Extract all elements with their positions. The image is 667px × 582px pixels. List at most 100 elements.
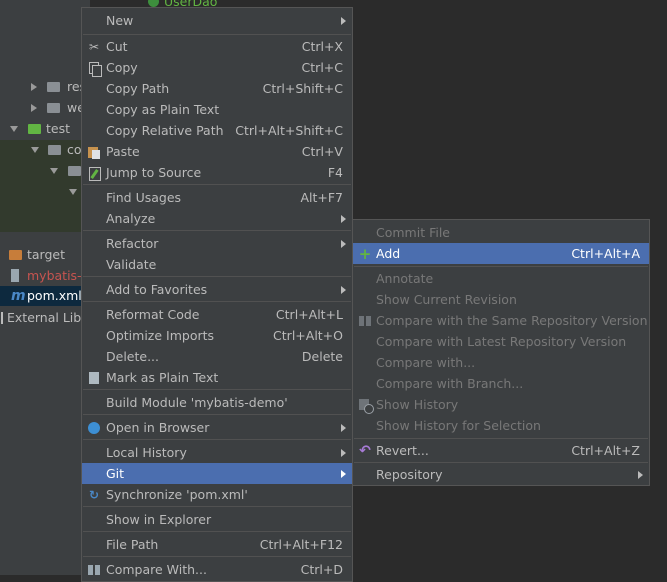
package-folder-icon <box>48 145 61 155</box>
menu-item-label: Git <box>106 466 125 481</box>
iml-file-icon <box>11 269 19 282</box>
menu-item-copy-relative-path[interactable]: Copy Relative Path Ctrl+Alt+Shift+C <box>82 120 352 141</box>
git-item-compare-same-repo[interactable]: Compare with the Same Repository Version <box>353 310 649 331</box>
submenu-arrow-icon <box>341 470 346 478</box>
menu-item-reformat-code[interactable]: Reformat Code Ctrl+Alt+L <box>82 304 352 325</box>
package-folder-icon <box>68 166 81 176</box>
menu-item-shortcut: Ctrl+Alt+Shift+C <box>235 123 343 138</box>
menu-item-label: Compare With... <box>106 562 207 577</box>
project-tree: res we test co target mybatis-d m pom.xm… <box>0 0 94 575</box>
history-icon <box>358 398 374 414</box>
menu-item-label: Add <box>376 246 401 261</box>
submenu-arrow-icon <box>341 424 346 432</box>
menu-item-label: Local History <box>106 445 187 460</box>
menu-item-jump-to-source[interactable]: Jump to Source F4 <box>82 162 352 183</box>
globe-icon <box>87 421 101 435</box>
menu-item-label: Find Usages <box>106 190 182 205</box>
git-item-show-history-selection[interactable]: Show History for Selection <box>353 415 649 436</box>
menu-item-new[interactable]: New <box>82 10 352 31</box>
menu-item-compare-with[interactable]: Compare With... Ctrl+D <box>82 559 352 580</box>
menu-item-find-usages[interactable]: Find Usages Alt+F7 <box>82 187 352 208</box>
menu-item-shortcut: Ctrl+Alt+Z <box>571 443 640 458</box>
menu-item-copy-as-plain-text[interactable]: Copy as Plain Text <box>82 99 352 120</box>
git-item-repository[interactable]: Repository <box>353 464 649 485</box>
menu-item-label: Copy Relative Path <box>106 123 224 138</box>
menu-item-shortcut: Ctrl+D <box>300 562 343 577</box>
menu-item-label: Validate <box>106 257 157 272</box>
menu-item-label: Jump to Source <box>106 165 202 180</box>
git-item-compare-branch[interactable]: Compare with Branch... <box>353 373 649 394</box>
menu-item-label: Commit File <box>376 225 450 240</box>
menu-item-label: Copy Path <box>106 81 170 96</box>
menu-item-validate[interactable]: Validate <box>82 254 352 275</box>
menu-item-shortcut: Alt+F7 <box>300 190 343 205</box>
menu-item-mark-as-plain-text[interactable]: Mark as Plain Text <box>82 367 352 388</box>
submenu-arrow-icon <box>341 17 346 25</box>
menu-item-cut[interactable]: ✂ Cut Ctrl+X <box>82 36 352 57</box>
git-item-compare-latest-repo[interactable]: Compare with Latest Repository Version <box>353 331 649 352</box>
submenu-arrow-icon <box>341 215 346 223</box>
menu-item-copy[interactable]: Copy Ctrl+C <box>82 57 352 78</box>
folder-icon <box>9 250 22 260</box>
menu-item-label: Compare with Branch... <box>376 376 524 391</box>
expand-arrow-icon[interactable] <box>31 104 37 112</box>
menu-item-label: Compare with Latest Repository Version <box>376 334 627 349</box>
menu-item-label: Open in Browser <box>106 420 210 435</box>
menu-item-shortcut: Ctrl+V <box>301 144 343 159</box>
menu-item-synchronize[interactable]: ↻ Synchronize 'pom.xml' <box>82 484 352 505</box>
menu-item-shortcut: Ctrl+Alt+A <box>571 246 640 261</box>
tree-item-label: target <box>27 247 66 262</box>
maven-icon: m <box>11 288 26 304</box>
menu-item-label: Reformat Code <box>106 307 200 322</box>
git-item-show-history[interactable]: Show History <box>353 394 649 415</box>
submenu-arrow-icon <box>341 240 346 248</box>
menu-item-label: Delete... <box>106 349 159 364</box>
menu-item-label: File Path <box>106 537 159 552</box>
tree-item-pom[interactable]: m pom.xml <box>0 286 82 306</box>
menu-separator <box>83 389 351 390</box>
library-icon <box>1 312 3 324</box>
git-item-add[interactable]: + Add Ctrl+Alt+A <box>353 243 649 264</box>
expand-arrow-icon[interactable] <box>31 83 37 91</box>
git-item-compare-with[interactable]: Compare with... <box>353 352 649 373</box>
collapse-arrow-icon[interactable] <box>69 189 77 195</box>
menu-item-label: Compare with... <box>376 355 476 370</box>
menu-item-git[interactable]: Git <box>82 463 352 484</box>
menu-item-refactor[interactable]: Refactor <box>82 233 352 254</box>
menu-item-optimize-imports[interactable]: Optimize Imports Ctrl+Alt+O <box>82 325 352 346</box>
menu-item-copy-path[interactable]: Copy Path Ctrl+Shift+C <box>82 78 352 99</box>
menu-item-delete[interactable]: Delete... Delete <box>82 346 352 367</box>
menu-item-file-path[interactable]: File Path Ctrl+Alt+F12 <box>82 534 352 555</box>
menu-item-label: Add to Favorites <box>106 282 208 297</box>
menu-item-label: Repository <box>376 467 443 482</box>
menu-item-label: Annotate <box>376 271 434 286</box>
menu-item-show-in-explorer[interactable]: Show in Explorer <box>82 509 352 530</box>
menu-item-shortcut: Ctrl+C <box>301 60 343 75</box>
git-item-revert[interactable]: ↶ Revert... Ctrl+Alt+Z <box>353 440 649 461</box>
menu-separator <box>83 34 351 35</box>
menu-item-paste[interactable]: Paste Ctrl+V <box>82 141 352 162</box>
menu-item-label: Show in Explorer <box>106 512 212 527</box>
git-item-commit-file[interactable]: Commit File <box>353 222 649 243</box>
menu-item-open-in-browser[interactable]: Open in Browser <box>82 417 352 438</box>
git-item-show-current-revision[interactable]: Show Current Revision <box>353 289 649 310</box>
collapse-arrow-icon[interactable] <box>10 126 18 132</box>
collapse-arrow-icon[interactable] <box>50 168 58 174</box>
menu-item-add-to-favorites[interactable]: Add to Favorites <box>82 279 352 300</box>
revert-icon: ↶ <box>359 443 371 459</box>
menu-separator <box>83 531 351 532</box>
refresh-icon: ↻ <box>88 488 100 502</box>
plain-text-file-icon <box>87 371 101 385</box>
menu-item-build-module[interactable]: Build Module 'mybatis-demo' <box>82 392 352 413</box>
folder-icon <box>47 103 60 113</box>
menu-item-analyze[interactable]: Analyze <box>82 208 352 229</box>
compare-icon <box>358 314 372 328</box>
menu-item-label: Copy <box>106 60 138 75</box>
menu-item-local-history[interactable]: Local History <box>82 442 352 463</box>
git-item-annotate[interactable]: Annotate <box>353 268 649 289</box>
menu-item-shortcut: Ctrl+Shift+C <box>262 81 343 96</box>
collapse-arrow-icon[interactable] <box>31 147 39 153</box>
folder-icon <box>47 82 60 92</box>
menu-item-shortcut: F4 <box>327 165 343 180</box>
folder-icon <box>28 124 41 134</box>
